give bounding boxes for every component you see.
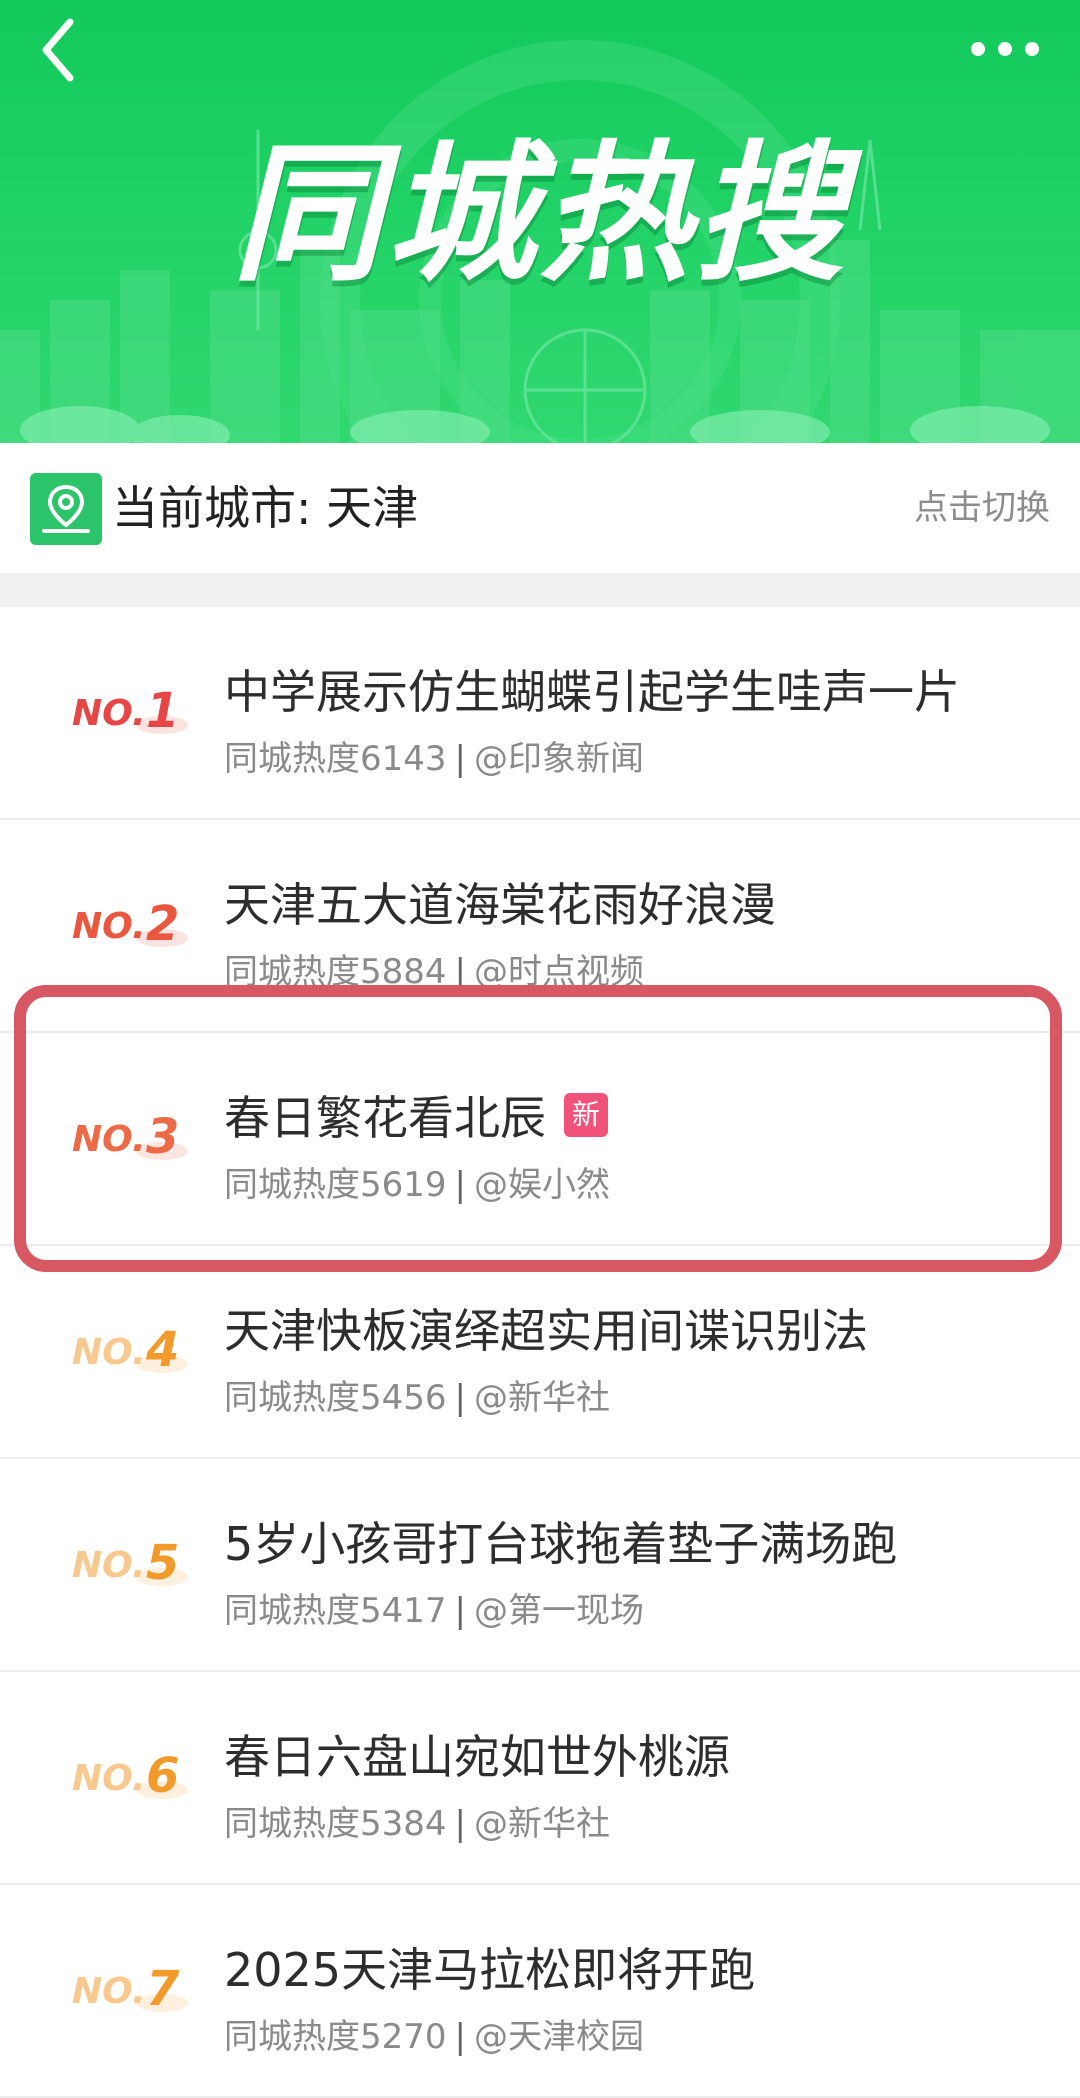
svg-text:2: 2 <box>146 896 179 952</box>
meta-separator: | <box>454 739 466 779</box>
svg-text:NO.: NO. <box>72 1332 146 1373</box>
item-title: 天津五大道海棠花雨好浪漫 <box>224 878 776 932</box>
rank-badge: NO. 4 <box>72 1322 188 1378</box>
item-meta: 同城热度6143 | @印象新闻 <box>224 731 644 780</box>
item-meta: 同城热度5270 | @天津校园 <box>224 2009 644 2058</box>
source-account: @新华社 <box>474 1804 610 1844</box>
svg-text:5: 5 <box>146 1535 179 1591</box>
svg-text:6: 6 <box>146 1748 179 1804</box>
rank-badge: NO. 3 <box>72 1109 188 1165</box>
svg-text:NO.: NO. <box>72 1758 146 1799</box>
svg-text:NO.: NO. <box>72 1545 146 1586</box>
item-title: 春日繁花看北辰 <box>224 1091 546 1145</box>
list-item[interactable]: NO. 5 5岁小孩哥打台球拖着垫子满场跑 同城热度5417 | @第一现场 <box>0 1459 1080 1672</box>
location-pin-icon <box>30 473 102 545</box>
list-item[interactable]: NO. 2 天津五大道海棠花雨好浪漫 同城热度5884 | @时点视频 <box>0 820 1080 1033</box>
svg-text:1: 1 <box>146 683 179 739</box>
svg-text:4: 4 <box>145 1322 179 1378</box>
item-title: 5岁小孩哥打台球拖着垫子满场跑 <box>224 1517 898 1571</box>
source-account: @娱小然 <box>474 1165 610 1205</box>
source-account: @新华社 <box>474 1378 610 1418</box>
item-meta: 同城热度5384 | @新华社 <box>224 1796 610 1845</box>
item-meta: 同城热度5619 | @娱小然 <box>224 1157 610 1206</box>
heat-value: 同城热度5270 <box>224 2017 447 2057</box>
rank-badge: NO. 5 <box>72 1535 188 1591</box>
item-meta: 同城热度5417 | @第一现场 <box>224 1583 644 1632</box>
list-item[interactable]: NO. 7 2025天津马拉松即将开跑 同城热度5270 | @天津校园 <box>0 1885 1080 2098</box>
rank-badge: NO. 7 <box>72 1961 188 2017</box>
switch-city-button[interactable]: 点击切换 <box>914 481 1050 535</box>
list-item[interactable]: NO. 1 中学展示仿生蝴蝶引起学生哇声一片 同城热度6143 | @印象新闻 <box>0 607 1080 820</box>
back-arrow-icon[interactable] <box>30 10 110 90</box>
rank-badge: NO. 6 <box>72 1748 188 1804</box>
source-account: @时点视频 <box>474 952 644 992</box>
current-city-bar: 当前城市: 天津 点击切换 <box>0 443 1080 573</box>
svg-text:NO.: NO. <box>72 693 146 734</box>
meta-separator: | <box>454 1378 466 1418</box>
heat-value: 同城热度5619 <box>224 1165 447 1205</box>
heat-value: 同城热度5417 <box>224 1591 447 1631</box>
heat-value: 同城热度5884 <box>224 952 447 992</box>
svg-text:NO.: NO. <box>72 1971 146 2012</box>
new-badge: 新 <box>564 1093 608 1137</box>
svg-text:3: 3 <box>146 1109 179 1165</box>
more-options-icon[interactable] <box>950 14 1060 84</box>
svg-text:NO.: NO. <box>72 906 146 947</box>
current-city-label: 当前城市: 天津 <box>112 481 419 535</box>
list-item[interactable]: NO. 6 春日六盘山宛如世外桃源 同城热度5384 | @新华社 <box>0 1672 1080 1885</box>
item-meta: 同城热度5456 | @新华社 <box>224 1370 610 1419</box>
meta-separator: | <box>454 1804 466 1844</box>
svg-text:7: 7 <box>146 1961 180 2017</box>
hot-search-banner: 同城热搜 <box>0 0 1080 443</box>
banner-title: 同城热搜 <box>231 128 848 302</box>
hot-search-list: NO. 1 中学展示仿生蝴蝶引起学生哇声一片 同城热度6143 | @印象新闻 NO… <box>0 607 1080 2098</box>
source-account: @印象新闻 <box>474 739 644 779</box>
meta-separator: | <box>454 1165 466 1205</box>
list-item[interactable]: NO. 3 春日繁花看北辰 新 同城热度5619 | @娱小然 <box>0 1033 1080 1246</box>
section-divider <box>0 573 1080 607</box>
item-title: 中学展示仿生蝴蝶引起学生哇声一片 <box>224 665 960 719</box>
heat-value: 同城热度6143 <box>224 739 447 779</box>
rank-badge: NO. 1 <box>72 683 188 739</box>
item-title: 2025天津马拉松即将开跑 <box>224 1943 756 1997</box>
heat-value: 同城热度5456 <box>224 1378 447 1418</box>
item-title: 天津快板演绎超实用间谍识别法 <box>224 1304 868 1358</box>
list-item[interactable]: NO. 4 天津快板演绎超实用间谍识别法 同城热度5456 | @新华社 <box>0 1246 1080 1459</box>
meta-separator: | <box>454 2017 466 2057</box>
meta-separator: | <box>454 952 466 992</box>
svg-text:NO.: NO. <box>72 1119 146 1160</box>
meta-separator: | <box>454 1591 466 1631</box>
heat-value: 同城热度5384 <box>224 1804 447 1844</box>
source-account: @第一现场 <box>474 1591 644 1631</box>
rank-badge: NO. 2 <box>72 896 188 952</box>
source-account: @天津校园 <box>474 2017 644 2057</box>
item-meta: 同城热度5884 | @时点视频 <box>224 944 644 993</box>
item-title: 春日六盘山宛如世外桃源 <box>224 1730 730 1784</box>
